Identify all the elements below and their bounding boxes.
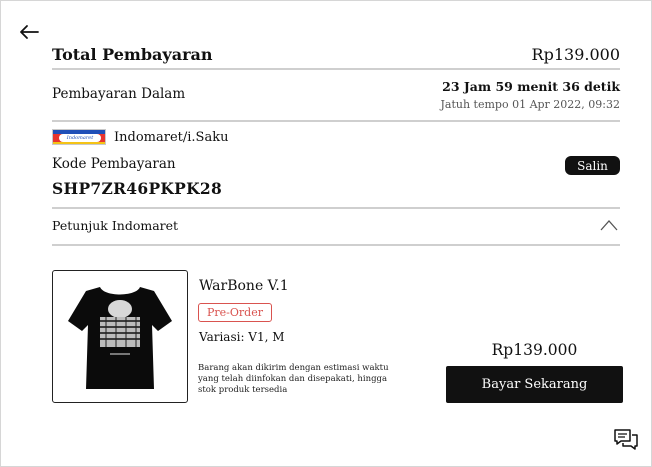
product-price: Rp139.000	[491, 341, 578, 359]
chat-icon	[614, 429, 638, 450]
total-row: Total Pembayaran Rp139.000	[52, 41, 620, 67]
shipping-note: Barang akan dikirim dengan estimasi wakt…	[198, 363, 389, 395]
payment-code-label: Kode Pembayaran	[52, 156, 176, 172]
indomaret-logo: Indomaret	[52, 129, 106, 145]
divider	[52, 68, 620, 70]
copy-code-button[interactable]: Salin	[565, 156, 620, 175]
divider	[52, 207, 620, 209]
product-image	[52, 270, 188, 403]
due-label: Pembayaran Dalam	[52, 86, 186, 102]
back-button[interactable]	[15, 19, 43, 45]
instructions-toggle[interactable]: Petunjuk Indomaret	[52, 213, 620, 241]
merchant-info: Indomaret Indomaret/i.Saku	[52, 128, 228, 146]
divider	[52, 244, 620, 246]
merchant-name: Indomaret/i.Saku	[114, 129, 229, 145]
payment-code-value: SHP7ZR46PKPK28	[52, 179, 223, 198]
deadline-text: Jatuh tempo 01 Apr 2022, 09:32	[440, 98, 621, 111]
instructions-label: Petunjuk Indomaret	[52, 218, 179, 233]
chat-button[interactable]	[613, 427, 639, 453]
merchant-logo-text: Indomaret	[59, 134, 101, 142]
total-label: Total Pembayaran	[52, 44, 213, 64]
chevron-up-icon	[600, 220, 618, 231]
screen-frame: Total Pembayaran Rp139.000 Pembayaran Da…	[0, 0, 652, 467]
arrow-left-icon	[20, 25, 39, 39]
tshirt-image	[68, 286, 172, 389]
product-name: WarBone V.1	[199, 278, 289, 294]
divider	[52, 120, 620, 122]
preorder-badge: Pre-Order	[198, 303, 272, 322]
pay-now-button[interactable]: Bayar Sekarang	[446, 366, 623, 403]
payment-due-row: Pembayaran Dalam 23 Jam 59 menit 36 deti…	[52, 77, 620, 115]
product-variant: Variasi: V1, M	[199, 330, 285, 344]
total-amount: Rp139.000	[531, 44, 620, 64]
countdown-timer: 23 Jam 59 menit 36 detik	[442, 79, 620, 94]
